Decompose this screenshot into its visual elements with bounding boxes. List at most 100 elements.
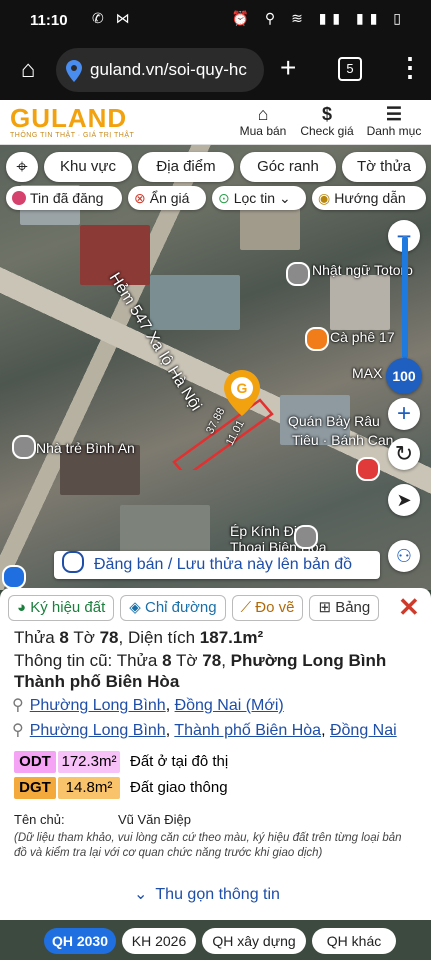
land-use-description: Đất ở tại đô thị (130, 753, 229, 770)
status-time: 11:10 (30, 12, 68, 29)
chevrons-down-icon: ⌄ (134, 886, 148, 903)
filter-loc-tin[interactable]: ⊙ Lọc tin ⌄ (212, 186, 306, 210)
listing-icon (12, 191, 26, 205)
shop-icon[interactable] (356, 457, 380, 481)
notification-icons: ✆ ⋈ (92, 10, 134, 26)
map-building (330, 275, 390, 330)
layer-qh-2030[interactable]: QH 2030 (44, 928, 116, 954)
layer-qh-xay-dung[interactable]: QH xây dựng (202, 928, 306, 954)
filter-dia-diem[interactable]: Địa điểm (138, 152, 234, 182)
map-building (150, 275, 240, 330)
filter-khu-vuc[interactable]: Khu vực (44, 152, 132, 182)
cafe-icon[interactable] (305, 327, 329, 351)
nav-mua-ban[interactable]: ⌂ Mua bán (238, 104, 288, 138)
svg-text:G: G (237, 380, 248, 396)
ruler-icon: ⟋ (240, 599, 256, 616)
parcel-info-panel: ◕ Ký hiệu đất ◈ Chỉ đường ⟋ Đo vẽ ⊞ Bảng ✕ … (0, 588, 431, 920)
owner-name: Vũ Văn Điệp (118, 812, 191, 827)
url-text: guland.vn/soi-quy-hc (90, 60, 247, 79)
close-icon[interactable]: ✕ (398, 592, 420, 623)
land-code-badge: DGT (14, 777, 56, 799)
place-label: Quán Bảy Râu (288, 413, 380, 429)
place-label: Nhật ngữ Totoro (312, 262, 413, 278)
map-view[interactable]: 37.88 11.01 G Hẻm 547 Xa lộ Hà Nội Nhật … (0, 145, 431, 590)
navigate-icon[interactable]: ➤ (388, 484, 420, 516)
site-header: GULAND THÔNG TIN THẬT · GIÁ TRỊ THẬT ⌂ M… (0, 100, 431, 145)
filter-pin-icon: ⊙ (218, 190, 230, 206)
palette-icon: ◕ (17, 599, 31, 616)
panel-tabs: ◕ Ký hiệu đất ◈ Chỉ đường ⟋ Đo vẽ ⊞ Bảng (8, 595, 385, 625)
place-label: Cà phê 17 (330, 329, 395, 345)
directions-icon: ◈ (129, 599, 145, 616)
user-location-icon[interactable] (2, 565, 26, 589)
more-menu-icon[interactable]: ⋮ (397, 52, 423, 83)
zoom-in-button[interactable]: + (388, 398, 420, 430)
new-tab-icon[interactable]: + (280, 52, 296, 84)
refresh-icon[interactable]: ↻ (388, 438, 420, 470)
land-code-badge: ODT (14, 751, 56, 773)
toggle-tin-da-dang[interactable]: Tin đã đăng (6, 186, 122, 210)
toggle-an-gia[interactable]: ⊗ Ẩn giá (128, 186, 206, 210)
chevron-down-icon: ⌄ (278, 190, 291, 206)
layer-qh-khac[interactable]: QH khác (312, 928, 396, 954)
place-label: Nhà trẻ Bình An (36, 440, 135, 456)
nav-danh-muc[interactable]: ☰ Danh mục (364, 104, 424, 138)
location-marker-icon[interactable]: G (224, 370, 260, 416)
share-network-icon[interactable]: ⚇ (388, 540, 420, 572)
map-building (120, 505, 210, 555)
guide-button[interactable]: ◉ Hướng dẫn (312, 186, 426, 210)
status-bar: 11:10 ✆ ⋈ ⏰ ⚲ ≋ ▮▮ ▮▮ ▯ (0, 0, 431, 42)
old-parcel-city: Thành phố Biên Hòa (14, 672, 180, 691)
map-building (240, 205, 300, 250)
tab-chi-duong[interactable]: ◈ Chỉ đường (120, 595, 226, 621)
link-city[interactable]: Thành phố Biên Hòa (174, 722, 321, 739)
location-pin-icon: ⚲ (12, 697, 24, 714)
disclaimer-text: (Dữ liệu tham khảo, vui lòng căn cứ theo… (14, 832, 402, 859)
land-use-description: Đất giao thông (130, 779, 228, 796)
school-icon[interactable] (286, 262, 310, 286)
tab-switcher-button[interactable]: 5 (338, 57, 362, 81)
tab-bang[interactable]: ⊞ Bảng (309, 595, 380, 621)
menu-icon: ☰ (385, 104, 403, 124)
link-ward[interactable]: Phường Long Bình (30, 722, 166, 739)
zoom-slider-fill (402, 236, 408, 360)
tab-do-ve[interactable]: ⟋ Đo vẽ (231, 595, 304, 621)
location-pin-icon (66, 60, 82, 82)
browser-toolbar: ⌂ guland.vn/soi-quy-hc + 5 ⋮ (0, 42, 431, 100)
guide-icon: ◉ (318, 190, 331, 206)
address-new: ⚲ Phường Long Bình, Đồng Nai (Mới) (12, 697, 284, 714)
guland-icon (62, 551, 84, 573)
filter-goc-ranh[interactable]: Góc ranh (240, 152, 336, 182)
table-icon: ⊞ (318, 599, 336, 616)
link-province[interactable]: Đồng Nai (330, 722, 397, 739)
building-icon: ⌂ (257, 104, 269, 124)
land-area-badge: 172.3m² (58, 751, 120, 773)
address-old: ⚲ Phường Long Bình, Thành phố Biên Hòa, Đ… (12, 722, 397, 739)
locate-me-icon[interactable]: ⌖ (6, 152, 38, 182)
layer-kh-2026[interactable]: KH 2026 (122, 928, 196, 954)
address-bar[interactable]: guland.vn/soi-quy-hc (56, 48, 264, 92)
post-listing-button[interactable]: Đăng bán / Lưu thửa này lên bản đồ (54, 551, 380, 579)
guland-logo[interactable]: GULAND THÔNG TIN THẬT · GIÁ TRỊ THẬT (10, 104, 134, 139)
dollar-icon: $ (321, 104, 332, 124)
link-ward[interactable]: Phường Long Bình (30, 697, 166, 714)
location-pin-icon: ⚲ (12, 722, 24, 739)
old-parcel-info: Thông tin cũ: Thửa 8 Tờ 78, Phường Long … (14, 651, 387, 670)
tab-ky-hieu-dat[interactable]: ◕ Ký hiệu đất (8, 595, 115, 621)
planning-layer-bar: QH 2030 KH 2026 QH xây dựng QH khác (0, 920, 431, 960)
hide-icon: ⊗ (134, 190, 146, 206)
land-use-row: DGT 14.8m² Đất giao thông (14, 777, 228, 799)
parcel-title: Thửa 8 Tờ 78, Diện tích 187.1m² (14, 628, 264, 647)
place-label: Tiêu · Bánh Can (292, 432, 394, 448)
owner-label: Tên chủ: (14, 812, 65, 827)
system-icons: ⏰ ⚲ ≋ ▮▮ ▮▮ ▯ (231, 10, 407, 26)
link-province[interactable]: Đồng Nai (Mới) (175, 697, 284, 714)
filter-to-thua[interactable]: Tờ thửa (342, 152, 426, 182)
collapse-info-button[interactable]: ⌄ Thu gọn thông tin (134, 884, 280, 904)
place-pin-icon[interactable] (294, 525, 318, 549)
home-icon[interactable]: ⌂ (14, 56, 42, 84)
nav-check-gia[interactable]: $ Check giá (298, 104, 356, 138)
school-icon[interactable] (12, 435, 36, 459)
place-label: MAX (352, 365, 383, 381)
zoom-level-indicator[interactable]: 100 (386, 358, 422, 394)
